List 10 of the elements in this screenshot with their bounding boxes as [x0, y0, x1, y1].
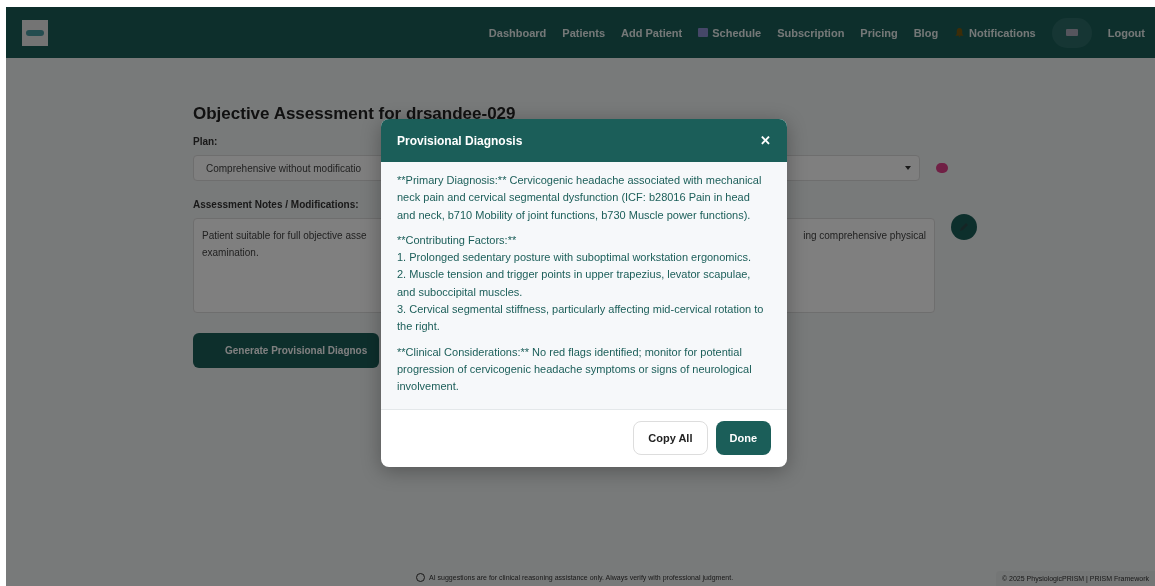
dialog-title: Provisional Diagnosis: [397, 133, 523, 148]
diagnosis-text: **Primary Diagnosis:** Cervicogenic headache associated with mechanical neck pain and cervical segmental dysfunction (ICF: b28016 Pain in head and neck, b710 Mobility of joint functions, b730 Muscle power functions).: [397, 173, 763, 223]
diagnosis-text: 1. Prolonged sedentary posture with suboptimal workstation ergonomics.: [397, 250, 753, 266]
diagnosis-text: 2. Muscle tension and trigger points in upper trapezius, levator scapulae, and suboccipital muscles.: [397, 267, 752, 300]
notes-label: Assessment Notes / Modifications:: [193, 199, 359, 210]
diagnosis-text: 3. Cervical segmental stiffness, particularly affecting mid-cervical rotation to the right.: [397, 302, 765, 335]
diagnosis-text: **Contributing Factors:**: [397, 232, 518, 248]
plan-label: Plan:: [193, 136, 218, 147]
diagnosis-text: **Clinical Considerations:** No red flags identified; monitor for potential progression of cervicogenic headache symptoms or signs of neurological involvement.: [397, 344, 753, 395]
page-title: Objective Assessment for drsandee-029: [193, 104, 516, 124]
